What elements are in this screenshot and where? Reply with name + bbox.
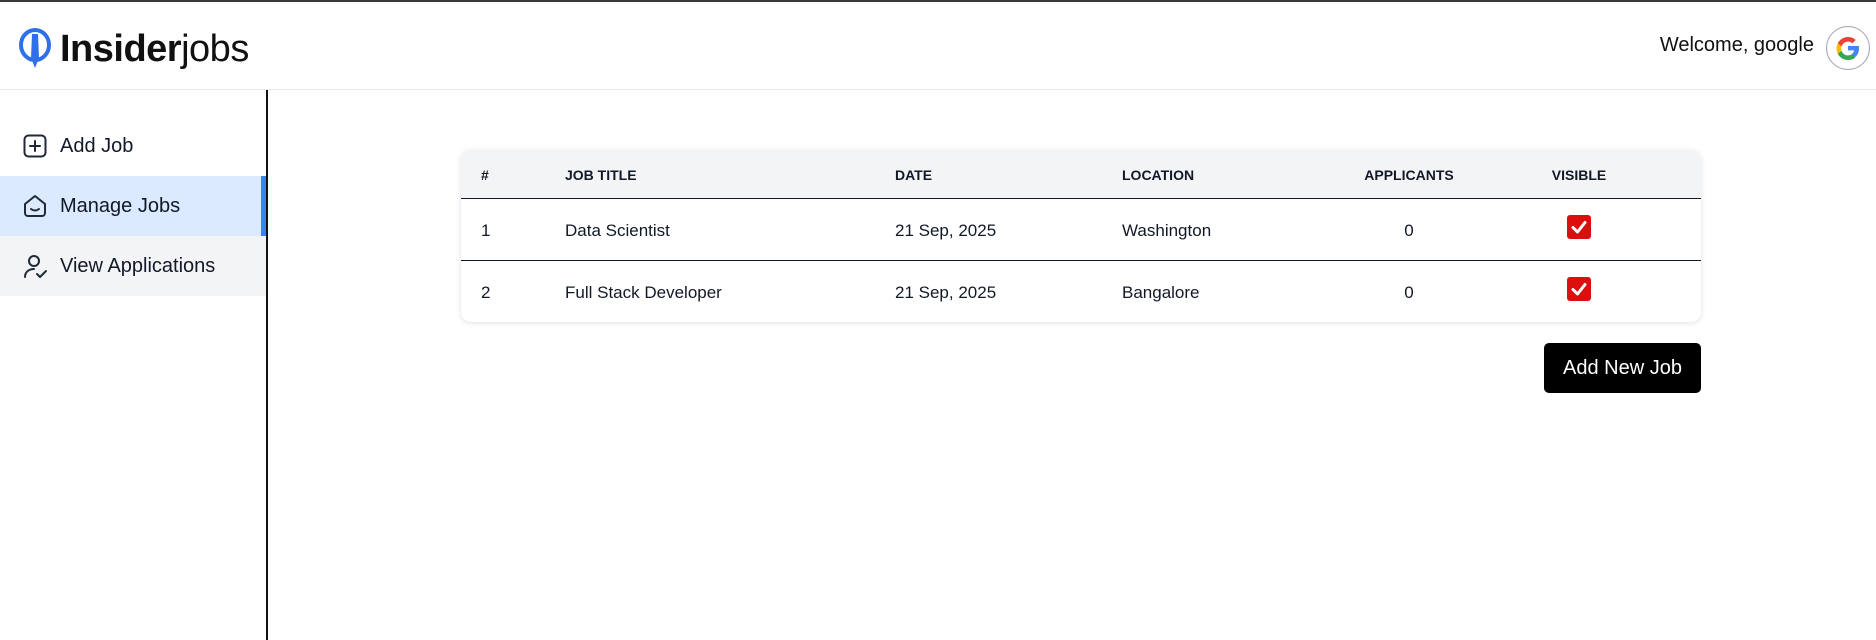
sidebar-item-label: Add Job xyxy=(60,134,134,157)
col-header-job-title: JOB TITLE xyxy=(565,167,637,183)
col-header-index: # xyxy=(481,167,489,183)
sidebar-item-label: Manage Jobs xyxy=(60,194,181,217)
google-icon xyxy=(1836,37,1859,60)
add-square-icon xyxy=(22,133,48,159)
cell-date: 21 Sep, 2025 xyxy=(895,221,997,240)
col-header-visible: VISIBLE xyxy=(1551,167,1607,183)
visible-checkbox[interactable] xyxy=(1567,277,1591,301)
logo-light: jobs xyxy=(181,27,249,70)
sidebar-item-view-applications[interactable]: View Applications xyxy=(0,236,266,296)
sidebar-item-add-job[interactable]: Add Job xyxy=(0,116,266,176)
checkmark-icon xyxy=(1571,283,1587,296)
checkmark-icon xyxy=(1571,221,1587,234)
table-header: # JOB TITLE DATE LOCATION APPLICANTS VIS… xyxy=(461,150,1701,199)
cell-job-title: Full Stack Developer xyxy=(565,283,722,302)
table-row: 1 Data Scientist 21 Sep, 2025 Washington… xyxy=(461,199,1701,261)
cell-location: Washington xyxy=(1122,221,1212,240)
home-icon xyxy=(22,193,48,219)
logo[interactable]: Insiderjobs xyxy=(18,26,249,72)
cell-applicants: 0 xyxy=(1404,283,1414,302)
col-header-applicants: APPLICANTS xyxy=(1364,167,1454,183)
cell-date: 21 Sep, 2025 xyxy=(895,283,997,302)
welcome-text: Welcome, google xyxy=(1659,34,1814,56)
cell-applicants: 0 xyxy=(1404,221,1414,240)
user-avatar[interactable] xyxy=(1826,26,1870,70)
add-new-job-button[interactable]: Add New Job xyxy=(1544,343,1701,393)
sidebar-item-label: View Applications xyxy=(60,254,216,277)
logo-bold: Insider xyxy=(60,27,182,70)
logo-icon xyxy=(19,28,51,68)
top-navbar: Insiderjobs Welcome, google xyxy=(0,2,1876,90)
cell-index: 1 xyxy=(481,221,491,240)
sidebar-item-manage-jobs[interactable]: Manage Jobs xyxy=(0,176,266,236)
person-check-icon xyxy=(22,253,48,279)
visible-checkbox[interactable] xyxy=(1567,215,1591,239)
col-header-date: DATE xyxy=(895,167,933,183)
col-header-location: LOCATION xyxy=(1122,167,1195,183)
logo-text: Insiderjobs xyxy=(60,28,249,71)
jobs-table: # JOB TITLE DATE LOCATION APPLICANTS VIS… xyxy=(461,150,1701,322)
cell-job-title: Data Scientist xyxy=(565,221,670,240)
cell-index: 2 xyxy=(481,283,491,302)
table-row: 2 Full Stack Developer 21 Sep, 2025 Bang… xyxy=(461,261,1701,322)
sidebar: Add Job Manage Jobs View Applications xyxy=(0,90,268,640)
cell-location: Bangalore xyxy=(1122,283,1200,302)
